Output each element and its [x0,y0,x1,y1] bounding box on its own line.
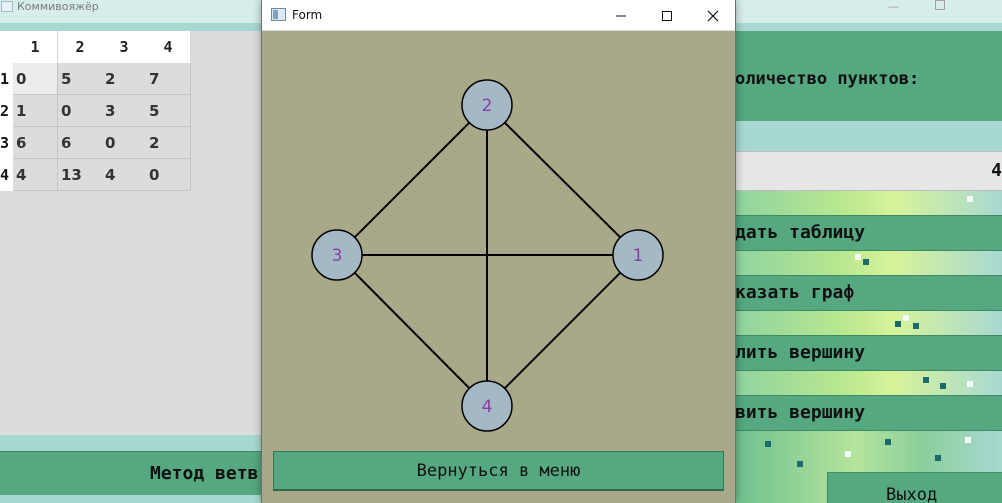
app-window-icon [1,1,13,12]
matrix-cell[interactable]: 6 [58,127,103,159]
decor-pixel [913,323,919,329]
main-window-title: Коммивояжёр [17,0,99,13]
dialog-title: Form [292,8,323,22]
matrix-cell[interactable]: 7 [146,63,191,95]
graph-node-label: 4 [482,397,493,417]
row-header[interactable]: 3 [0,127,13,159]
decor-pixel [935,455,941,461]
form-window-icon [271,8,286,21]
row-header[interactable]: 2 [0,95,13,127]
matrix-cell[interactable]: 2 [102,63,147,95]
decor-band [735,371,1002,395]
decor-pixel [885,439,891,445]
matrix-cell[interactable]: 4 [13,159,58,191]
graph-edge [486,104,639,256]
maximize-icon[interactable] [935,0,945,10]
point-count-label: оличество пунктов: [735,31,1002,121]
exit-button[interactable]: Выход [827,472,1002,503]
minimize-icon [616,15,626,16]
graph-canvas: 1 2 3 4 [311,79,664,432]
matrix-cell[interactable]: 4 [102,159,147,191]
decor-pixel [855,254,861,260]
row-header[interactable]: 1 [0,63,13,95]
close-button[interactable] [690,0,736,31]
decor-pixel [895,321,901,327]
set-table-button[interactable]: дать таблицу [735,215,1002,251]
graph-dialog: Form 1 2 3 4 Вернуться в меню [261,0,736,503]
matrix-cell[interactable]: 13 [58,159,103,191]
graph-edge [336,254,488,407]
decor-band [735,191,1002,215]
back-to-menu-button[interactable]: Вернуться в меню [273,451,724,491]
decor-pixel [845,451,851,457]
decor-pixel [863,259,869,265]
matrix-cell[interactable]: 1 [13,95,58,127]
add-vertex-button[interactable]: вить вершину [735,395,1002,431]
matrix-cell[interactable]: 0 [58,95,103,127]
matrix-cell[interactable]: 0 [102,127,147,159]
matrix-corner [0,31,13,63]
column-header[interactable]: 1 [13,31,58,63]
control-panel: оличество пунктов: 4 дать таблицу казать… [735,31,1002,503]
show-graph-button[interactable]: казать граф [735,275,1002,311]
matrix-cell[interactable]: 0 [146,159,191,191]
decor-pixel [940,383,946,389]
column-header[interactable]: 2 [58,31,103,63]
graph-edge [336,104,488,256]
graph-edge [486,254,639,407]
matrix-cell[interactable]: 5 [146,95,191,127]
row-header[interactable]: 4 [0,159,13,191]
decor-band [735,251,1002,275]
maximize-button[interactable] [644,0,690,31]
branch-and-bound-button[interactable]: Метод ветв [0,451,261,495]
decor-pixel [967,381,973,387]
decor-pixel [965,437,971,443]
delete-vertex-button[interactable]: лить вершину [735,335,1002,371]
graph-node-label: 1 [633,246,644,266]
decor-pixel [923,377,929,383]
column-header[interactable]: 4 [146,31,191,63]
point-count-field[interactable]: 4 [735,151,1002,191]
decor-pixel [967,196,973,202]
decor-pixel [797,461,803,467]
decor-band [0,435,261,451]
graph-node-label: 3 [332,246,343,266]
close-icon [707,10,719,21]
decor-pixel [903,315,909,321]
graph-node-label: 2 [482,96,493,116]
maximize-icon [662,10,672,21]
matrix-cell[interactable]: 0 [13,63,58,95]
minimize-icon[interactable]: — [888,0,899,13]
dialog-titlebar: Form [262,0,735,31]
matrix-cell[interactable]: 2 [146,127,191,159]
matrix-cell[interactable]: 5 [58,63,103,95]
minimize-button[interactable] [598,0,644,31]
decor-pixel [765,441,771,447]
column-header[interactable]: 3 [102,31,147,63]
decor-band [735,121,1002,151]
decor-band [735,311,1002,335]
matrix-cell[interactable]: 6 [13,127,58,159]
matrix-cell[interactable]: 3 [102,95,147,127]
matrix-panel: 1 2 3 4 1 0 5 2 7 2 1 0 3 5 3 6 6 0 2 4 … [0,31,261,435]
